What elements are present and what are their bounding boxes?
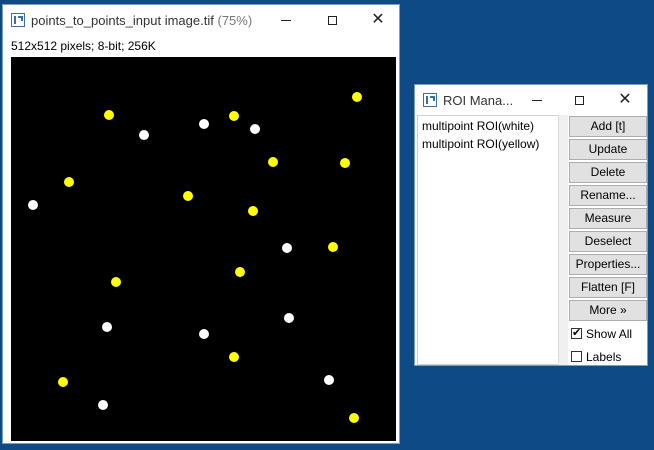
add-button[interactable]: Add [t] [569, 116, 647, 137]
yellow-point [349, 413, 359, 423]
flatten-button[interactable]: Flatten [F] [569, 277, 647, 298]
maximize-button[interactable] [309, 5, 355, 35]
roi-manager-window: ROI Mana... ✕ multipoint ROI(white) mult… [414, 84, 648, 366]
delete-button[interactable]: Delete [569, 162, 647, 183]
show-all-checkbox[interactable] [571, 326, 582, 339]
deselect-button[interactable]: Deselect [569, 231, 647, 252]
maximize-icon [327, 15, 337, 25]
show-all-row[interactable]: Show All [569, 323, 647, 344]
roi-manager-titlebar[interactable]: ROI Mana... ✕ [415, 85, 647, 115]
roi-manager-title: ROI Mana... [443, 92, 514, 108]
labels-row[interactable]: Labels [569, 346, 647, 367]
close-button[interactable]: ✕ [355, 5, 401, 35]
yellow-point [235, 267, 245, 277]
image-window-titlebar[interactable]: points_to_points_input image.tif (75%) ✕ [3, 5, 399, 35]
more-button[interactable]: More » [569, 300, 647, 321]
roi-button-panel: Add [t] Update Delete Rename... Measure … [569, 116, 647, 367]
image-canvas[interactable] [11, 57, 396, 441]
roi-list-item[interactable]: multipoint ROI(white) [418, 116, 561, 134]
imagej-app-icon [423, 93, 437, 107]
yellow-point [340, 158, 350, 168]
yellow-point [248, 206, 258, 216]
close-icon: ✕ [618, 91, 632, 108]
yellow-point [268, 157, 278, 167]
close-icon: ✕ [371, 11, 385, 28]
minimize-icon [281, 19, 291, 21]
minimize-button[interactable] [263, 5, 309, 35]
minimize-icon [532, 99, 542, 101]
white-point [139, 130, 149, 140]
image-info: 512x512 pixels; 8-bit; 256K [11, 39, 156, 53]
measure-button[interactable]: Measure [569, 208, 647, 229]
white-point [102, 322, 112, 332]
rename-button[interactable]: Rename... [569, 185, 647, 206]
maximize-icon [574, 95, 584, 105]
white-point [284, 313, 294, 323]
yellow-point [229, 111, 239, 121]
labels-label: Labels [586, 349, 622, 364]
white-point [250, 124, 260, 134]
yellow-point [352, 92, 362, 102]
zoom-level: (75%) [217, 12, 253, 28]
properties-button[interactable]: Properties... [569, 254, 647, 275]
image-window: points_to_points_input image.tif (75%) ✕… [2, 4, 400, 444]
yellow-point [328, 242, 338, 252]
image-window-title: points_to_points_input image.tif (75%) [31, 12, 253, 28]
white-point [28, 200, 38, 210]
labels-checkbox[interactable] [571, 351, 582, 362]
roi-list-item[interactable]: multipoint ROI(yellow) [418, 134, 561, 152]
yellow-point [229, 352, 239, 362]
white-point [282, 243, 292, 253]
white-point [199, 119, 209, 129]
maximize-button[interactable] [556, 85, 602, 115]
roi-list[interactable]: multipoint ROI(white) multipoint ROI(yel… [417, 115, 562, 365]
imagej-app-icon [11, 13, 25, 27]
white-point [98, 400, 108, 410]
yellow-point [58, 377, 68, 387]
white-point [324, 375, 334, 385]
show-all-label: Show All [586, 326, 633, 341]
minimize-button[interactable] [514, 85, 560, 115]
white-point [199, 329, 209, 339]
update-button[interactable]: Update [569, 139, 647, 160]
yellow-point [64, 177, 74, 187]
yellow-point [111, 277, 121, 287]
yellow-point [104, 110, 114, 120]
roi-list-scrollbar[interactable] [558, 115, 568, 365]
yellow-point [183, 191, 193, 201]
close-button[interactable]: ✕ [602, 85, 648, 115]
